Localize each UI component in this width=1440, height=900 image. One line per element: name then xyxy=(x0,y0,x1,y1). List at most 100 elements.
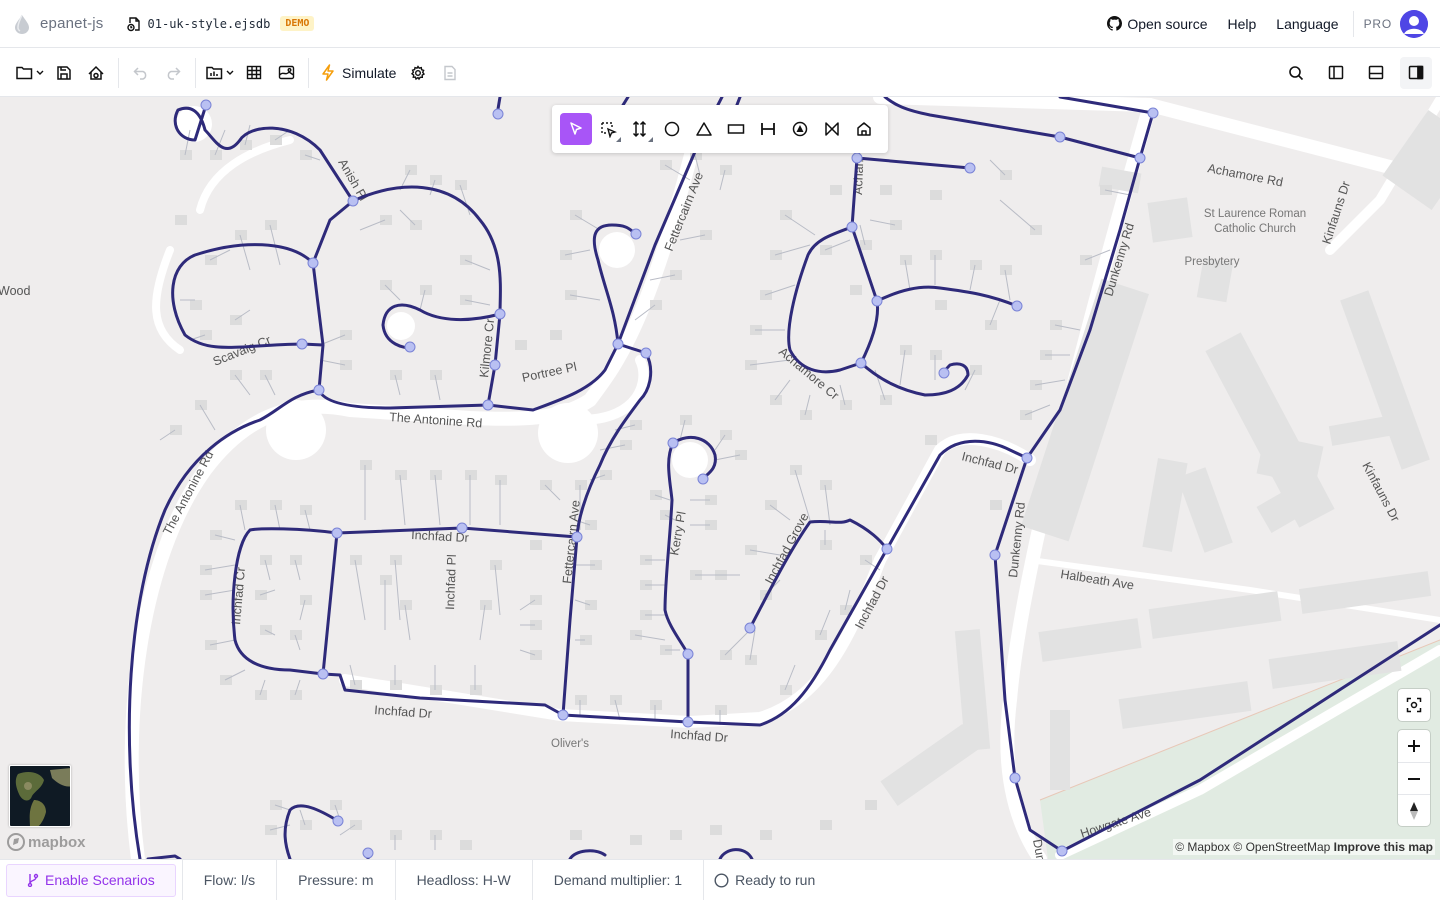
search-button[interactable] xyxy=(1280,57,1312,89)
lightning-icon xyxy=(322,64,334,81)
toggle-left-panel-button[interactable] xyxy=(1320,57,1352,89)
street-label: Portree Pl xyxy=(521,360,578,385)
folder-icon xyxy=(16,66,33,80)
triangle-icon xyxy=(696,122,712,136)
file-name: 01-uk-style.ejsdb xyxy=(147,16,271,31)
simulate-button[interactable]: Simulate xyxy=(315,57,402,89)
pressure-units-label: Pressure: m xyxy=(298,872,374,888)
pump-icon xyxy=(792,121,808,137)
app-logo[interactable]: epanet-js xyxy=(12,14,104,34)
flow-units-button[interactable]: Flow: l/s xyxy=(181,859,278,900)
minus-icon xyxy=(1408,777,1420,780)
street-label: Kinfauns Dr xyxy=(1359,460,1402,524)
fit-extent-button[interactable] xyxy=(1398,689,1430,721)
globe-thumbnail-icon xyxy=(10,766,70,826)
pipe-tool[interactable] xyxy=(752,113,784,145)
satellite-minimap[interactable] xyxy=(9,765,71,827)
status-circle-icon xyxy=(714,872,729,888)
demo-badge: DEMO xyxy=(280,16,315,31)
import-menu-button[interactable] xyxy=(202,57,238,89)
mapbox-attribution-link[interactable]: © Mapbox xyxy=(1175,840,1230,854)
lasso-select-tool[interactable] xyxy=(592,113,624,145)
water-drop-icon xyxy=(15,14,29,34)
rectangle-icon xyxy=(727,124,745,134)
file-indicator[interactable]: 01-uk-style.ejsdb DEMO xyxy=(126,16,315,32)
simulation-status: Ready to run xyxy=(704,872,815,888)
file-menu-button[interactable] xyxy=(12,57,48,89)
circle-icon xyxy=(664,121,680,137)
compass-icon xyxy=(1410,801,1418,820)
headloss-button[interactable]: Headloss: H-W xyxy=(396,859,533,900)
osm-attribution-link[interactable]: © OpenStreetMap xyxy=(1233,840,1330,854)
simulate-label: Simulate xyxy=(342,64,397,81)
app-header: epanet-js 01-uk-style.ejsdb DEMO Open so… xyxy=(0,0,1440,48)
enable-scenarios-label: Enable Scenarios xyxy=(45,872,155,888)
chevron-down-icon xyxy=(36,70,44,75)
valve-tool[interactable] xyxy=(816,113,848,145)
open-source-link[interactable]: Open source xyxy=(1107,16,1208,32)
status-bar: Enable Scenarios Flow: l/s Pressure: m H… xyxy=(0,859,1440,900)
poi-label: St Laurence Roman xyxy=(1204,208,1306,220)
valve-icon xyxy=(825,122,839,136)
tank-tool[interactable] xyxy=(720,113,752,145)
zoom-in-button[interactable] xyxy=(1398,730,1430,762)
save-as-button[interactable] xyxy=(80,57,112,89)
map-attribution: © Mapbox © OpenStreetMap Improve this ma… xyxy=(1173,839,1435,855)
customer-point-tool[interactable] xyxy=(848,113,880,145)
undo-button[interactable] xyxy=(125,57,157,89)
data-table-button[interactable] xyxy=(238,57,270,89)
zoom-out-button[interactable] xyxy=(1398,762,1430,794)
git-branch-icon xyxy=(27,873,39,887)
street-label: The Antonine Rd xyxy=(160,449,216,538)
language-link[interactable]: Language xyxy=(1276,16,1338,32)
toolbar-separator xyxy=(195,57,196,88)
basemap: Anish Pl Achamore Rd Kinfauns Dr Dunkenn… xyxy=(0,97,1440,859)
toggle-right-panel-button[interactable] xyxy=(1400,56,1432,89)
pressure-units-button[interactable]: Pressure: m xyxy=(277,859,396,900)
enable-scenarios-button[interactable]: Enable Scenarios xyxy=(6,863,176,897)
street-label: Inchfad Pl xyxy=(443,554,459,610)
reservoir-tool[interactable] xyxy=(688,113,720,145)
demand-multiplier-label: Demand multiplier: 1 xyxy=(553,872,683,888)
lasso-select-icon xyxy=(601,122,617,138)
improve-map-link[interactable]: Improve this map xyxy=(1334,840,1433,854)
left-panel-icon xyxy=(1328,65,1344,80)
street-label: Inchfad Dr xyxy=(374,703,433,721)
simulation-settings-button[interactable] xyxy=(402,57,434,89)
plan-label: PRO xyxy=(1363,16,1392,31)
select-tool[interactable] xyxy=(560,113,592,145)
junction-tool[interactable] xyxy=(656,113,688,145)
arrows-vertical-icon xyxy=(632,120,647,138)
zoom-controls xyxy=(1398,730,1430,826)
pipe-icon xyxy=(761,123,775,135)
toggle-bottom-panel-button[interactable] xyxy=(1360,57,1392,89)
compass-button[interactable] xyxy=(1398,794,1430,826)
user-avatar[interactable] xyxy=(1400,9,1428,38)
map-image-icon xyxy=(278,65,294,80)
fit-extent-control xyxy=(1398,689,1430,721)
redraw-tool[interactable] xyxy=(624,113,656,145)
submenu-indicator xyxy=(616,137,621,142)
draw-toolbar xyxy=(552,105,888,153)
area-label: Wood xyxy=(0,284,30,298)
cloud-save-icon xyxy=(88,65,104,80)
chevron-down-icon xyxy=(226,70,234,75)
street-label: Inchfad Grove xyxy=(762,510,811,586)
report-icon xyxy=(444,65,457,80)
map-canvas[interactable]: Anish Pl Achamore Rd Kinfauns Dr Dunkenn… xyxy=(0,97,1440,859)
user-icon xyxy=(1400,9,1428,38)
main-toolbar: Simulate xyxy=(0,49,1440,97)
street-label: Scavaig Cr xyxy=(211,333,273,369)
github-icon xyxy=(1107,16,1123,31)
redo-button[interactable] xyxy=(157,57,189,89)
street-label: Achamore Rd xyxy=(1206,161,1284,189)
mapbox-logo[interactable]: mapbox xyxy=(7,833,86,851)
help-link[interactable]: Help xyxy=(1228,16,1257,32)
mapbox-wordmark: mapbox xyxy=(28,833,86,851)
pump-tool[interactable] xyxy=(784,113,816,145)
report-button[interactable] xyxy=(434,57,466,89)
toolbar-separator xyxy=(308,57,309,88)
demand-multiplier-button[interactable]: Demand multiplier: 1 xyxy=(533,859,705,900)
map-layers-button[interactable] xyxy=(270,57,302,89)
save-button[interactable] xyxy=(48,57,80,89)
